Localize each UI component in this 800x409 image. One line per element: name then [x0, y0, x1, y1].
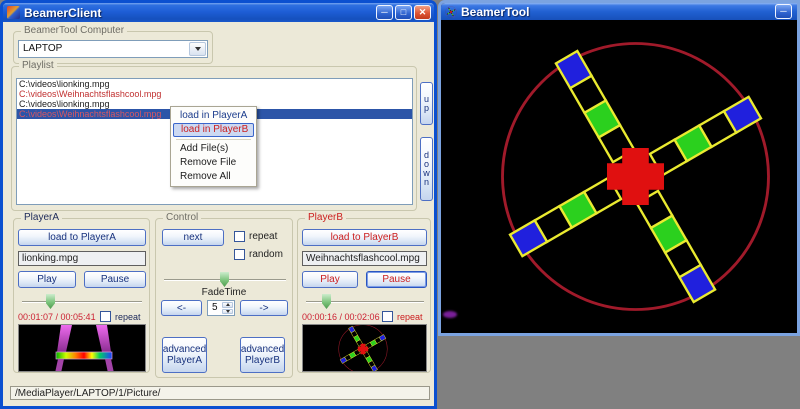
menu-item-load-playerb[interactable]: load in PlayerB [173, 123, 254, 137]
fade-slider-track[interactable] [164, 279, 286, 280]
status-text: /MediaPlayer/LAPTOP/1/Picture/ [15, 388, 160, 399]
computer-groupbox-label: BeamerTool Computer [21, 25, 127, 37]
combo-value: LAPTOP [23, 43, 62, 54]
beamer-tool-title: BeamerTool [461, 5, 529, 19]
playlist-groupbox-label: Playlist [19, 60, 57, 72]
playerb-play-button[interactable]: Play [302, 271, 358, 288]
playera-file-field[interactable]: lionking.mpg [18, 251, 146, 266]
beamer-client-body: BeamerTool Computer LAPTOP Playlist C:\v… [3, 22, 434, 409]
fade-slider-thumb[interactable] [220, 272, 229, 287]
beamer-display [441, 20, 797, 320]
playera-preview-graphic [19, 325, 146, 372]
playera-repeat-label: repeat [115, 312, 141, 323]
beamer-client-window: BeamerClient ─ □ ✕ BeamerTool Computer L… [0, 0, 437, 409]
playlist-item[interactable]: C:\videos\lionking.mpg [17, 79, 412, 89]
fade-prev-button[interactable]: <- [161, 300, 202, 316]
playerb-repeat-checkbox[interactable] [382, 311, 393, 322]
artifact-blob [443, 311, 457, 318]
down-button[interactable]: down [420, 137, 433, 201]
playerb-preview-graphic [337, 324, 389, 372]
load-to-playerb-button[interactable]: load to PlayerB [302, 229, 427, 246]
playera-play-button[interactable]: Play [18, 271, 76, 288]
beamer-tool-window: BeamerTool ─ [438, 0, 800, 336]
control-random-checkbox[interactable] [234, 249, 245, 260]
beamer-client-titlebar[interactable]: BeamerClient ─ □ ✕ [3, 3, 434, 22]
control-repeat-checkbox[interactable] [234, 231, 245, 242]
playera-repeat-checkbox[interactable] [100, 311, 111, 322]
maximize-button[interactable]: □ [395, 5, 412, 20]
windmill-graphic [493, 34, 778, 319]
playera-pause-button[interactable]: Pause [84, 271, 146, 288]
beamer-tool-minimize-button[interactable]: ─ [775, 4, 792, 19]
playerb-time: 00:00:16 / 00:02:06 [302, 312, 380, 322]
playerb-repeat-label: repeat [397, 312, 423, 323]
fade-next-button[interactable]: -> [240, 300, 288, 316]
playera-groupbox: PlayerA load to PlayerA lionking.mpg Pla… [13, 218, 150, 373]
minimize-button[interactable]: ─ [376, 5, 393, 20]
playerb-file-field[interactable]: Weihnachtsflashcool.mpg [302, 251, 427, 266]
advanced-playerb-button[interactable]: advanced PlayerB [240, 337, 285, 373]
spinner-down-icon [226, 310, 230, 313]
beamer-tool-titlebar[interactable]: BeamerTool ─ [441, 3, 797, 20]
control-groupbox: Control next repeat random FadeTime <- 5 [155, 218, 293, 378]
control-random-label: random [249, 249, 283, 260]
chevron-down-icon [195, 47, 201, 51]
beamer-tool-icon [445, 6, 457, 18]
computer-combobox[interactable]: LAPTOP [18, 40, 208, 58]
spinner-down-button[interactable] [222, 309, 233, 315]
down-button-label: down [422, 151, 431, 187]
status-bar: /MediaPlayer/LAPTOP/1/Picture/ [10, 386, 430, 400]
fadetime-label: FadeTime [156, 287, 292, 298]
up-button[interactable]: up [420, 82, 433, 125]
next-button[interactable]: next [162, 229, 224, 246]
menu-item-load-playera[interactable]: load in PlayerA [173, 109, 254, 123]
context-menu: load in PlayerA load in PlayerB Add File… [170, 106, 257, 187]
advanced-playera-line1: advanced [163, 344, 206, 355]
playera-seek-track[interactable] [22, 301, 142, 302]
playera-preview [18, 324, 146, 372]
app-icon [7, 6, 20, 19]
playerb-seek-track[interactable] [306, 301, 424, 302]
up-button-label: up [422, 95, 431, 113]
advanced-playera-button[interactable]: advanced PlayerA [162, 337, 207, 373]
menu-item-remove-file[interactable]: Remove File [173, 156, 254, 170]
spinner-up-button[interactable] [222, 302, 233, 308]
playerb-groupbox: PlayerB load to PlayerB Weihnachtsflashc… [297, 218, 431, 373]
playera-groupbox-label: PlayerA [21, 212, 62, 224]
menu-item-add-files[interactable]: Add File(s) [173, 142, 254, 156]
playerb-preview [302, 324, 427, 372]
advanced-playerb-line1: advanced [241, 344, 284, 355]
advanced-playerb-line2: PlayerB [245, 355, 280, 366]
playera-seek-thumb[interactable] [46, 294, 55, 309]
window-title: BeamerClient [24, 6, 101, 20]
playera-time: 00:01:07 / 00:05:41 [18, 312, 96, 322]
close-button[interactable]: ✕ [414, 5, 431, 20]
fade-value: 5 [212, 302, 218, 313]
combo-dropdown-button[interactable] [189, 42, 206, 56]
playerb-groupbox-label: PlayerB [305, 212, 346, 224]
spinner-up-icon [226, 303, 230, 306]
control-repeat-label: repeat [249, 231, 277, 242]
playerb-seek-thumb[interactable] [322, 294, 331, 309]
playerb-pause-button[interactable]: Pause [366, 271, 427, 288]
menu-separator [176, 139, 251, 140]
control-groupbox-label: Control [163, 212, 201, 224]
menu-item-remove-all[interactable]: Remove All [173, 170, 254, 184]
playlist-item[interactable]: C:\videos\Weihnachtsflashcool.mpg [17, 89, 412, 99]
load-to-playera-button[interactable]: load to PlayerA [18, 229, 146, 246]
advanced-playera-line2: PlayerA [167, 355, 202, 366]
desktop: BeamerClient ─ □ ✕ BeamerTool Computer L… [0, 0, 800, 409]
fade-value-spinner[interactable]: 5 [207, 300, 235, 316]
